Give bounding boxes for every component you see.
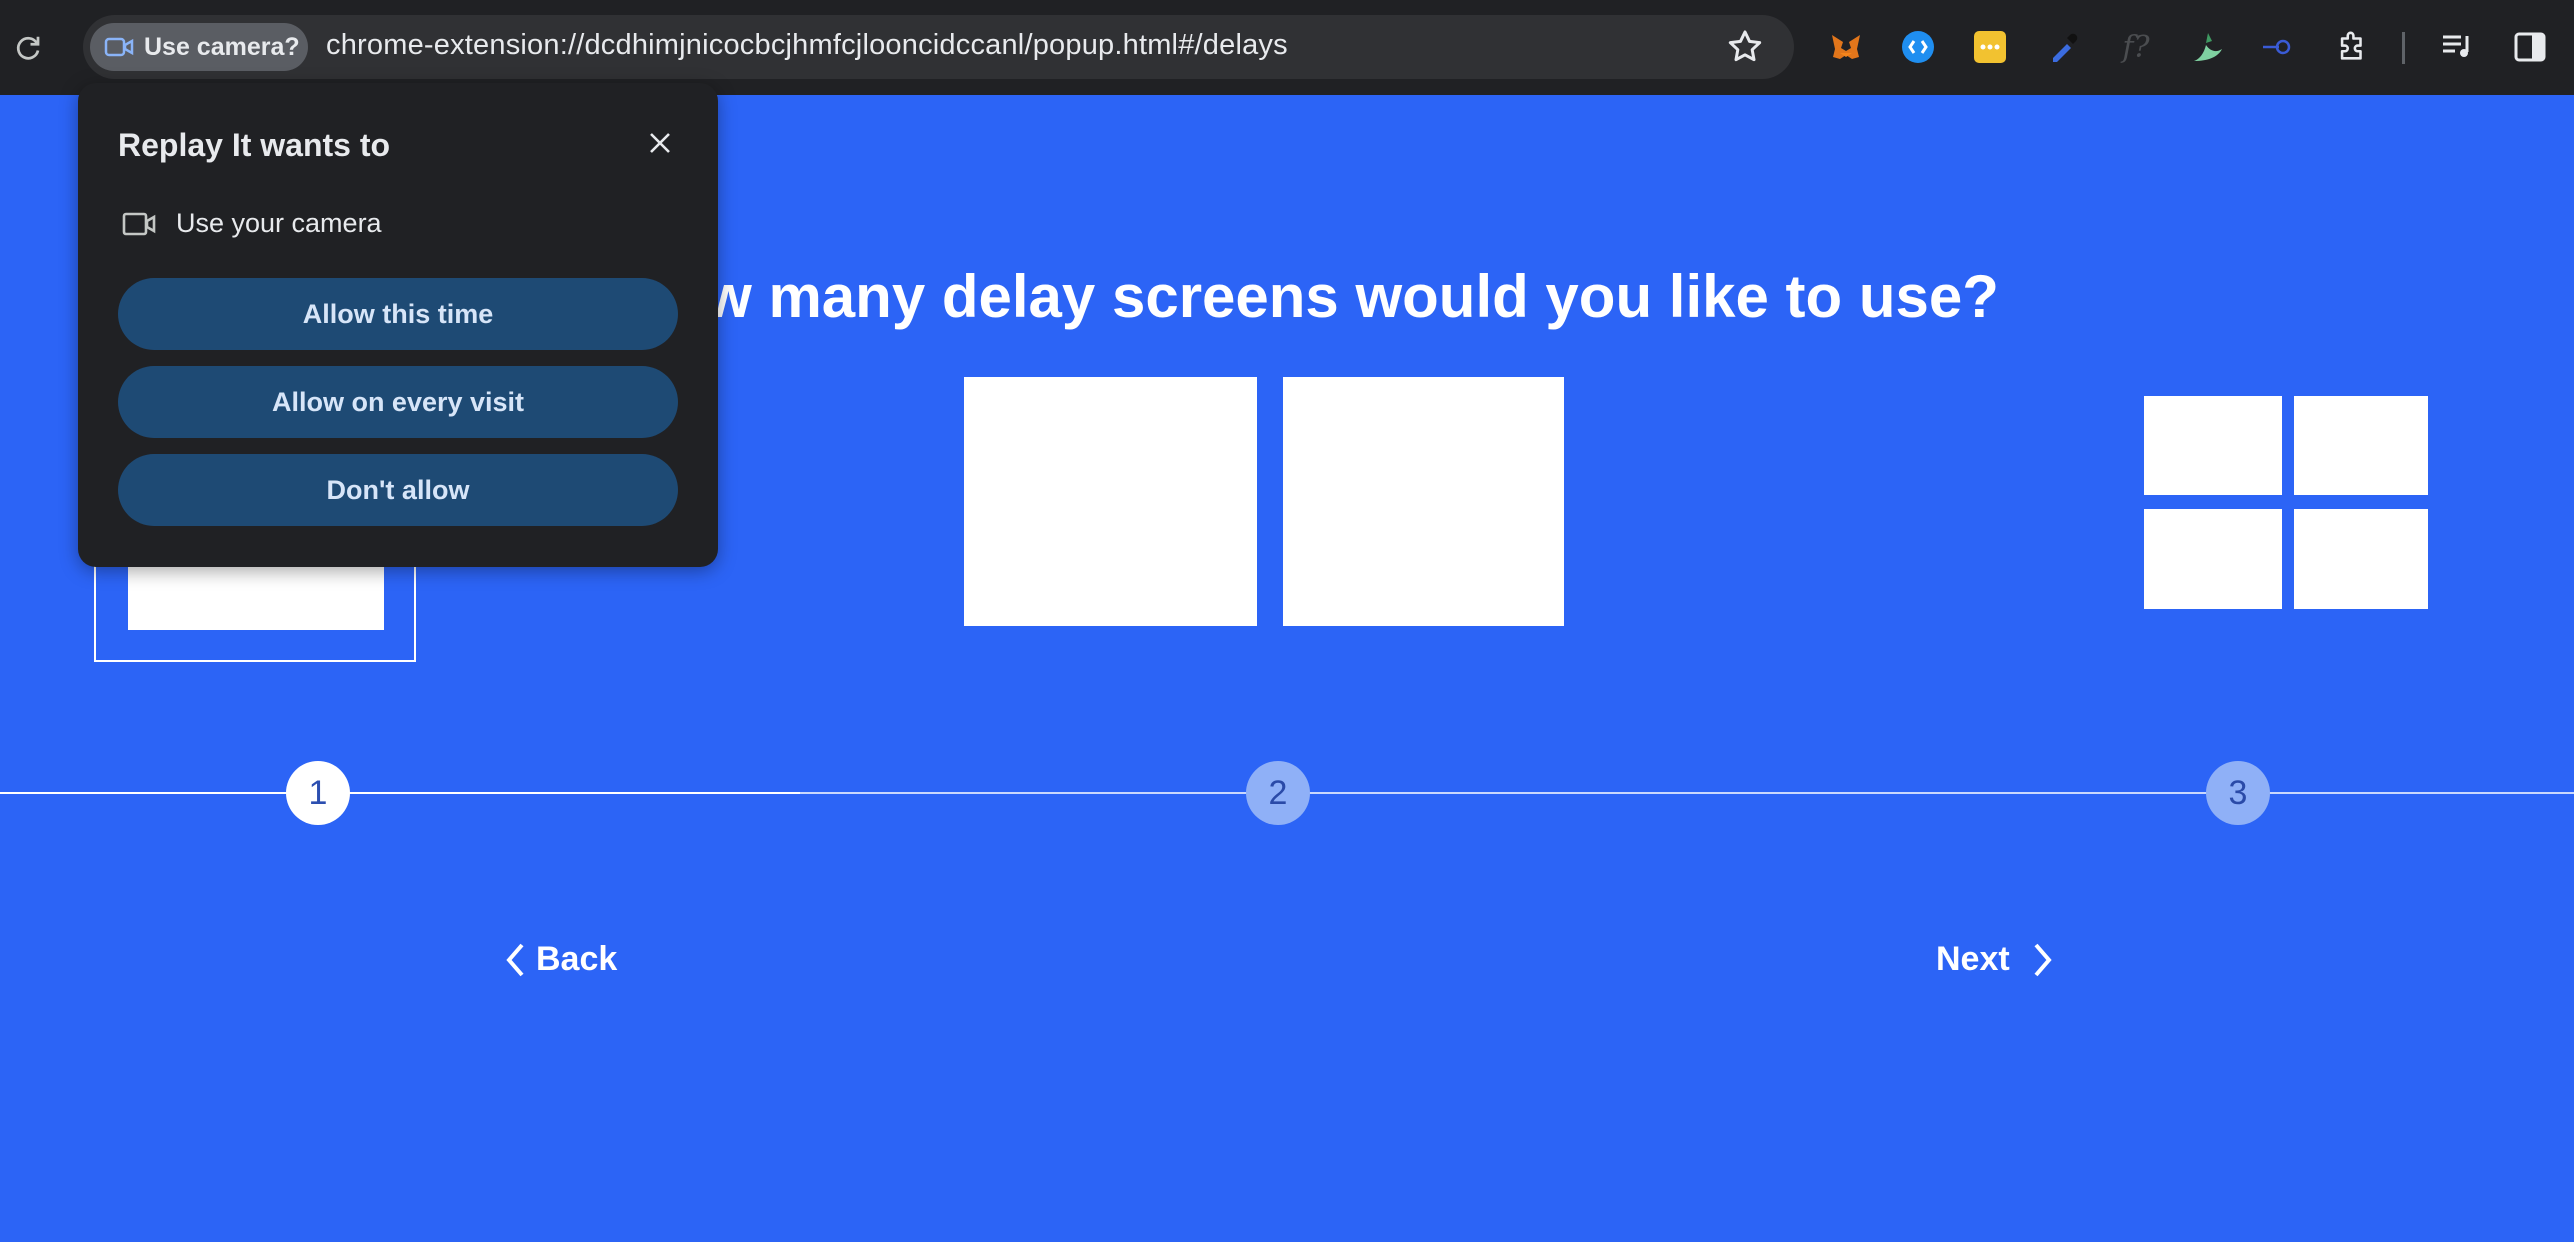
stepper-progress bbox=[0, 792, 800, 794]
bookmark-star-icon[interactable] bbox=[1725, 27, 1765, 72]
allow-every-visit-button[interactable]: Allow on every visit bbox=[118, 366, 678, 438]
back-button[interactable]: Back bbox=[504, 940, 617, 979]
option-two-screens-right[interactable] bbox=[1283, 377, 1564, 626]
option-four-screens-top-right[interactable] bbox=[2294, 396, 2428, 495]
permission-label: Use your camera bbox=[176, 208, 382, 238]
url-text[interactable]: chrome-extension://dcdhimjnicocbcjhmfcjl… bbox=[326, 29, 1288, 62]
toggle-extension-icon[interactable] bbox=[2258, 27, 2298, 67]
next-label: Next bbox=[1936, 940, 2010, 978]
popup-title: Replay It wants to bbox=[118, 127, 391, 163]
media-queue-icon[interactable] bbox=[2438, 27, 2478, 67]
dont-allow-button[interactable]: Don't allow bbox=[118, 454, 678, 526]
step-3[interactable]: 3 bbox=[2206, 761, 2270, 825]
step-1[interactable]: 1 bbox=[286, 761, 350, 825]
side-panel-icon[interactable] bbox=[2510, 27, 2550, 67]
camera-permission-popup: Replay It wants to Use your camera Allow… bbox=[78, 83, 718, 567]
browser-toolbar: Use camera? chrome-extension://dcdhimjni… bbox=[0, 0, 2574, 95]
shazam-icon[interactable] bbox=[1898, 27, 1938, 67]
camera-icon bbox=[104, 37, 134, 57]
back-label: Back bbox=[536, 940, 618, 978]
function-extension-icon[interactable]: f? bbox=[2116, 27, 2156, 67]
option-four-screens-top-left[interactable] bbox=[2144, 396, 2282, 495]
extensions-puzzle-icon[interactable] bbox=[2332, 27, 2372, 67]
option-four-screens-bottom-left[interactable] bbox=[2144, 509, 2282, 609]
plant-extension-icon[interactable] bbox=[2188, 27, 2228, 67]
reload-icon[interactable] bbox=[8, 28, 48, 68]
chevron-right-icon bbox=[2034, 943, 2052, 976]
close-icon[interactable] bbox=[645, 128, 675, 158]
metamask-fox-icon[interactable] bbox=[1826, 27, 1866, 67]
chevron-left-icon bbox=[506, 943, 524, 976]
next-button[interactable]: Next bbox=[1936, 940, 2054, 979]
permission-row: Use your camera bbox=[122, 208, 382, 239]
notes-extension-icon[interactable] bbox=[1970, 27, 2010, 67]
chip-label: Use camera? bbox=[144, 32, 300, 61]
color-picker-icon[interactable] bbox=[2044, 27, 2084, 67]
option-four-screens-bottom-right[interactable] bbox=[2294, 509, 2428, 609]
toolbar-divider bbox=[2402, 32, 2405, 64]
camera-permission-chip[interactable]: Use camera? bbox=[90, 23, 308, 71]
option-two-screens-left[interactable] bbox=[964, 377, 1257, 626]
allow-this-time-button[interactable]: Allow this time bbox=[118, 278, 678, 350]
camera-icon bbox=[122, 212, 156, 235]
step-2[interactable]: 2 bbox=[1246, 761, 1310, 825]
